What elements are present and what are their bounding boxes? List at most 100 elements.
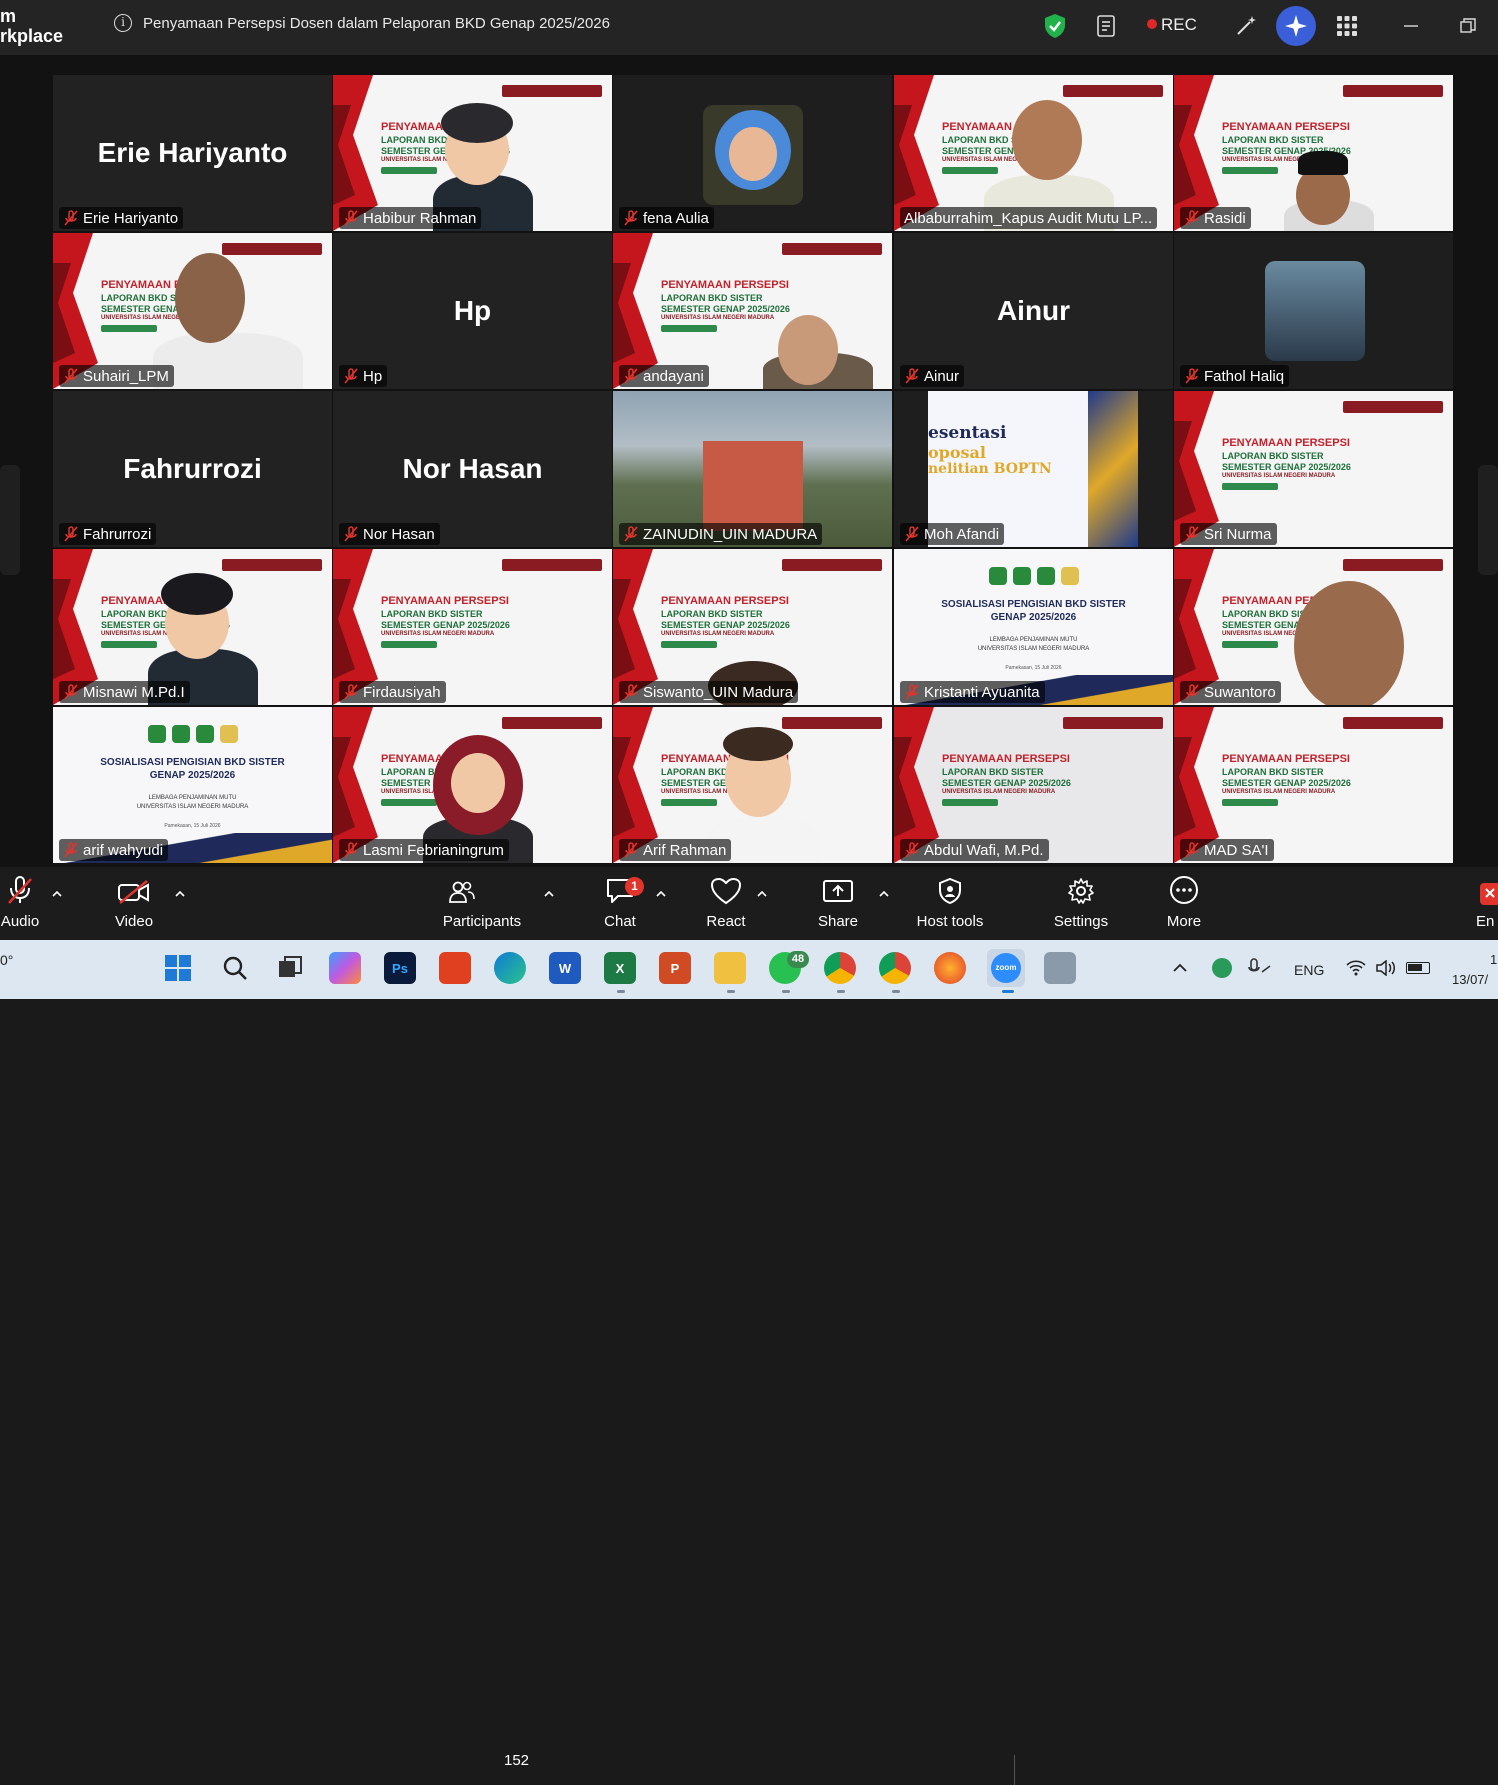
chrome-icon[interactable] (824, 952, 856, 984)
participant-tile[interactable]: SOSIALISASI PENGISIAN BKD SISTER GENAP 20… (894, 549, 1173, 705)
shield-icon (938, 867, 962, 907)
mic-muted-icon (904, 684, 920, 700)
mic-muted-icon (1184, 842, 1200, 858)
recording-indicator[interactable]: REC (1147, 15, 1197, 35)
speaker-icon[interactable] (1376, 959, 1398, 981)
chrome-profile-icon[interactable] (879, 952, 911, 984)
pdf-app-icon[interactable] (439, 952, 471, 984)
mic-muted-icon (623, 842, 639, 858)
input-language[interactable]: ENG (1294, 962, 1324, 978)
participant-tile[interactable]: PENYAMAAN PERSEPSILAPORAN BKD SISTERSEME… (1174, 549, 1453, 705)
participant-tile[interactable]: Nor Hasan Nor Hasan (333, 391, 612, 547)
share-button[interactable]: Share (816, 867, 860, 940)
notes-icon[interactable] (1093, 12, 1121, 40)
mic-muted-icon (63, 210, 79, 226)
more-dots-icon (1169, 867, 1199, 907)
participant-tile[interactable]: Erie Hariyanto Erie Hariyanto (53, 75, 332, 231)
video-off-icon (117, 867, 151, 907)
tray-chevron-up-icon[interactable] (1173, 960, 1187, 978)
copilot-icon[interactable] (329, 952, 361, 984)
participant-label: Kristanti Ayuanita (900, 681, 1045, 703)
audio-button[interactable]: Audio (0, 867, 40, 940)
mic-muted-icon (343, 526, 359, 542)
participant-tile[interactable]: PENYAMAAN PERSEPSILAPORAN BKD SISTERSEME… (53, 233, 332, 389)
apps-grid-icon[interactable] (1333, 12, 1361, 40)
audio-options-chevron-up-icon[interactable] (50, 887, 64, 901)
powerpoint-icon[interactable]: P (659, 952, 691, 984)
participant-tile[interactable]: PENYAMAAN PERSEPSILAPORAN BKD SISTERSEME… (894, 707, 1173, 863)
misc-app-icon[interactable] (1044, 952, 1076, 984)
participant-tile[interactable]: Ainur Ainur (894, 233, 1173, 389)
clock-date[interactable]: 13/07/ (1452, 972, 1488, 987)
participant-tile-active-speaker[interactable]: PENYAMAAN PERSEPSI LAPORAN BKD SISTER SEME… (894, 75, 1173, 231)
more-button[interactable]: More (1162, 867, 1206, 940)
video-button[interactable]: Video (108, 867, 160, 940)
ai-companion-icon[interactable] (1276, 6, 1316, 46)
participant-tile[interactable]: Hp Hp (333, 233, 612, 389)
participant-tile[interactable]: fena Aulia (613, 75, 892, 231)
end-label: En (1476, 913, 1495, 930)
magic-wand-icon[interactable] (1232, 12, 1260, 40)
excel-icon[interactable]: X (604, 952, 636, 984)
settings-button[interactable]: Settings (1050, 867, 1112, 940)
participant-tile[interactable]: SOSIALISASI PENGISIAN BKD SISTER GENAP 20… (53, 707, 332, 863)
video-options-chevron-up-icon[interactable] (173, 887, 187, 901)
participant-label: Misnawi M.Pd.I (59, 681, 190, 703)
weather-widget[interactable]: 0° (0, 952, 13, 968)
participant-label: Arif Rahman (619, 839, 732, 861)
end-meeting-button[interactable]: En (1476, 867, 1498, 940)
edge-icon[interactable] (494, 952, 526, 984)
gallery-next-arrow[interactable] (1478, 465, 1498, 575)
info-icon[interactable]: i (114, 14, 132, 32)
mic-tray-icon[interactable] (1248, 958, 1272, 983)
participant-tile[interactable]: Fahrurrozi Fahrurrozi (53, 391, 332, 547)
react-options-chevron-up-icon[interactable] (755, 887, 769, 901)
gallery-prev-arrow[interactable] (0, 465, 20, 575)
security-tray-icon[interactable] (1212, 958, 1232, 978)
photoshop-icon[interactable]: Ps (384, 952, 416, 984)
participant-tile[interactable]: PENYAMAAN PERSEPSILAPORAN BKD SISTERSEME… (1174, 707, 1453, 863)
zoom-icon-active[interactable]: zoom (987, 949, 1025, 987)
participant-display-name: Nor Hasan (402, 453, 543, 484)
participant-tile[interactable]: PENYAMAAN PERSEPSILAPORAN BKD SISTERSEME… (53, 549, 332, 705)
participant-tile[interactable]: PENYAMAAN PERSEPSILAPORAN BKD SISTERSEME… (613, 233, 892, 389)
mic-muted-icon (63, 842, 79, 858)
file-explorer-icon[interactable] (714, 952, 746, 984)
participant-tile[interactable]: PENYAMAAN PERSEPSILAPORAN BKD SISTERSEME… (1174, 391, 1453, 547)
participant-tile[interactable]: esentasi oposal nelitian BOPTN Moh Afand… (894, 391, 1173, 547)
chat-options-chevron-up-icon[interactable] (654, 887, 668, 901)
participants-button[interactable]: Participants (436, 867, 528, 940)
wifi-icon[interactable] (1346, 960, 1366, 981)
participant-tile[interactable]: PENYAMAAN PERSEPSILAPORAN BKD SISTERSEME… (613, 549, 892, 705)
participant-tile[interactable]: ZAINUDIN_UIN MADURA (613, 391, 892, 547)
participant-tile[interactable]: PENYAMAAN PERSEPSILAPORAN BKD SISTERSEME… (333, 75, 612, 231)
heart-icon (710, 867, 742, 907)
mic-muted-icon (7, 867, 33, 907)
windows-start-icon[interactable] (162, 952, 194, 984)
participant-tile[interactable]: Fathol Haliq (1174, 233, 1453, 389)
more-label: More (1166, 913, 1202, 930)
restore-icon[interactable] (1454, 12, 1482, 40)
search-icon[interactable] (219, 952, 251, 984)
participant-label: Nor Hasan (339, 523, 440, 545)
shield-check-icon[interactable] (1041, 12, 1069, 40)
participant-display-name: Erie Hariyanto (97, 137, 288, 168)
video-gallery: Erie Hariyanto Erie Hariyanto PENYAMAAN … (0, 55, 1498, 867)
participants-options-chevron-up-icon[interactable] (542, 887, 556, 901)
participant-tile[interactable]: PENYAMAAN PERSEPSILAPORAN BKD SISTERSEME… (1174, 75, 1453, 231)
participant-tile[interactable]: PENYAMAAN PERSEPSILAPORAN BKD SISTERSEME… (613, 707, 892, 863)
host-tools-button[interactable]: Host tools (912, 867, 988, 940)
minimize-icon[interactable] (1397, 12, 1425, 40)
settings-label: Settings (1053, 913, 1109, 930)
word-icon[interactable]: W (549, 952, 581, 984)
react-button[interactable]: React (704, 867, 748, 940)
task-view-icon[interactable] (274, 952, 306, 984)
participant-label: Sri Nurma (1180, 523, 1277, 545)
participant-tile[interactable]: PENYAMAAN PERSEPSILAPORAN BKD SISTERSEME… (333, 707, 612, 863)
participant-tile[interactable]: PENYAMAAN PERSEPSILAPORAN BKD SISTERSEME… (333, 549, 612, 705)
participant-label: Fathol Haliq (1180, 365, 1290, 387)
share-options-chevron-up-icon[interactable] (877, 887, 891, 901)
clock-time[interactable]: 1 (1490, 952, 1497, 967)
battery-icon[interactable] (1406, 962, 1430, 974)
firefox-icon[interactable] (934, 952, 966, 984)
